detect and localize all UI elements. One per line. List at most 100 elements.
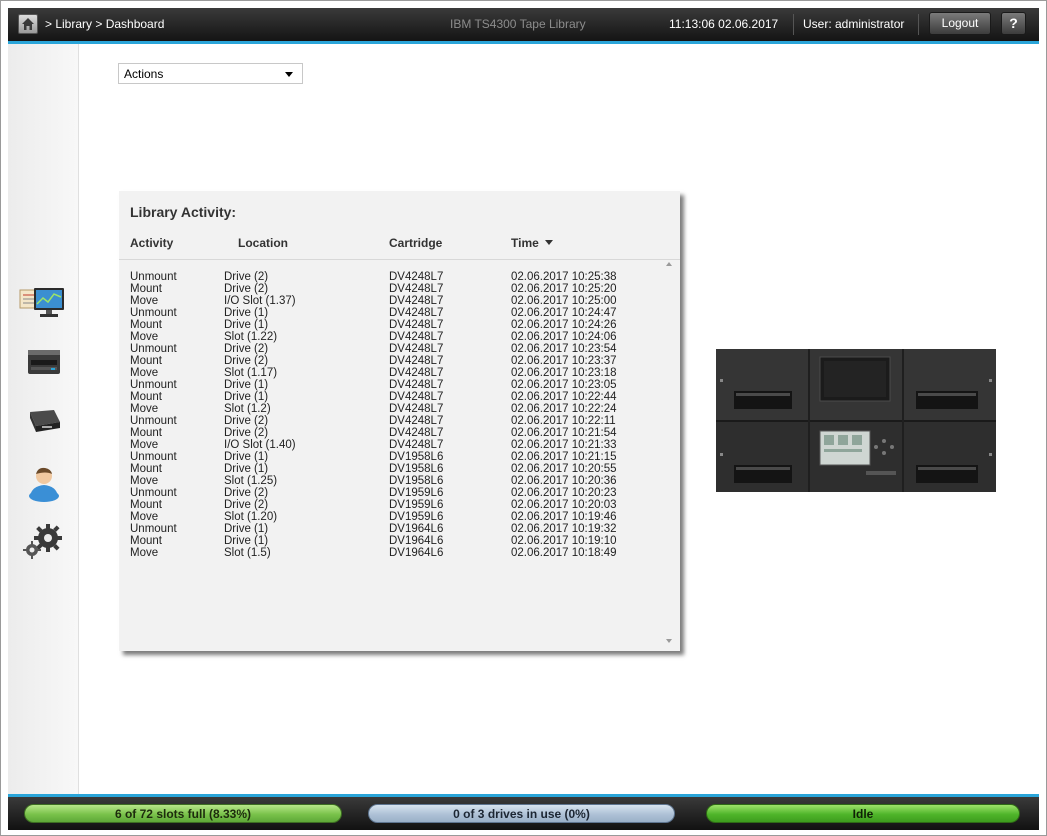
table-row[interactable]: Unmount Drive (1) DV1964L6 02.06.2017 10:19… (119, 523, 659, 535)
table-row[interactable]: Unmount Drive (1) DV4248L7 02.06.2017 10:24… (119, 307, 659, 319)
home-button[interactable] (18, 14, 38, 34)
time-cell: 02.06.2017 10:20:36 (511, 475, 617, 487)
column-header-cartridge[interactable]: Cartridge (389, 236, 442, 250)
cartridge-cell: DV4248L7 (389, 391, 444, 403)
cartridge-cell: DV1958L6 (389, 463, 444, 475)
table-row[interactable]: Unmount Drive (1) DV4248L7 02.06.2017 10:23… (119, 379, 659, 391)
table-row[interactable]: Unmount Drive (2) DV4248L7 02.06.2017 10:25… (119, 271, 659, 283)
table-row[interactable]: Mount Drive (2) DV1959L6 02.06.2017 10:20:0… (119, 499, 659, 511)
time-cell: 02.06.2017 10:22:24 (511, 403, 617, 415)
location-cell: Slot (1.20) (224, 511, 278, 523)
cartridge-cell: DV1964L6 (389, 535, 444, 547)
table-row[interactable]: Mount Drive (1) DV1958L6 02.06.2017 10:20:5… (119, 463, 659, 475)
table-row[interactable]: Move I/O Slot (1.40) DV4248L7 02.06.2017 10… (119, 439, 659, 451)
location-cell: Slot (1.5) (224, 547, 271, 559)
slots-status-label: 6 of 72 slots full (8.33%) (114, 807, 252, 821)
column-header-activity[interactable]: Activity (130, 236, 173, 250)
drive-icon[interactable] (16, 400, 70, 440)
activity-cell: Unmount (130, 379, 177, 391)
time-cell: 02.06.2017 10:21:33 (511, 439, 617, 451)
location-cell: Drive (1) (224, 379, 269, 391)
drives-status-label: 0 of 3 drives in use (0%) (453, 807, 590, 821)
location-cell: Drive (1) (224, 307, 269, 319)
activity-cell: Mount (130, 283, 162, 295)
table-row[interactable]: Mount Drive (2) DV4248L7 02.06.2017 10:23:3… (119, 355, 659, 367)
status-bar: 6 of 72 slots full (8.33%) 0 of 3 drives… (8, 794, 1039, 830)
home-icon (22, 18, 34, 30)
breadcrumb[interactable]: > Library > Dashboard (45, 17, 164, 31)
sidebar (8, 44, 79, 794)
scroll-down-icon[interactable] (666, 639, 672, 643)
library-image (716, 349, 996, 492)
activity-cell: Move (130, 403, 159, 415)
activity-cell: Unmount (130, 523, 177, 535)
activity-cell: Mount (130, 499, 162, 511)
cartridge-cell: DV4248L7 (389, 271, 444, 283)
user-icon[interactable] (16, 462, 70, 502)
table-row[interactable]: Move Slot (1.25) DV1958L6 02.06.2017 10:20:… (119, 475, 659, 487)
top-bar: > Library > Dashboard IBM TS4300 Tape Li… (8, 8, 1039, 44)
activity-cell: Unmount (130, 451, 177, 463)
column-header-location[interactable]: Location (238, 236, 288, 250)
location-cell: Drive (1) (224, 451, 269, 463)
table-row[interactable]: Mount Drive (2) DV4248L7 02.06.2017 10:25:2… (119, 283, 659, 295)
location-cell: Drive (1) (224, 319, 269, 331)
location-cell: Drive (2) (224, 343, 269, 355)
table-row[interactable]: Mount Drive (2) DV4248L7 02.06.2017 10:21:5… (119, 427, 659, 439)
activity-cell: Move (130, 439, 159, 451)
scroll-up-icon[interactable] (666, 262, 672, 266)
time-cell: 02.06.2017 10:24:47 (511, 307, 617, 319)
table-row[interactable]: Mount Drive (1) DV4248L7 02.06.2017 10:24:2… (119, 319, 659, 331)
time-cell: 02.06.2017 10:20:23 (511, 487, 617, 499)
logout-button[interactable]: Logout (929, 12, 991, 35)
time-cell: 02.06.2017 10:25:00 (511, 295, 617, 307)
cartridge-cell: DV4248L7 (389, 427, 444, 439)
activity-cell: Move (130, 295, 159, 307)
header-divider (793, 14, 794, 35)
clock: 11:13:06 02.06.2017 (669, 17, 779, 31)
time-cell: 02.06.2017 10:20:55 (511, 463, 617, 475)
table-row[interactable]: Move I/O Slot (1.37) DV4248L7 02.06.2017 10… (119, 295, 659, 307)
activity-cell: Mount (130, 427, 162, 439)
library-state-label: Idle (852, 807, 874, 821)
cartridge-cell: DV4248L7 (389, 343, 444, 355)
activity-cell: Move (130, 367, 159, 379)
location-cell: Drive (2) (224, 487, 269, 499)
cartridge-cell: DV4248L7 (389, 379, 444, 391)
column-header-time-label: Time (511, 236, 539, 250)
location-cell: Drive (2) (224, 415, 269, 427)
table-row[interactable]: Unmount Drive (1) DV1958L6 02.06.2017 10:21… (119, 451, 659, 463)
library-icon[interactable] (16, 342, 70, 382)
table-row[interactable]: Mount Drive (1) DV1964L6 02.06.2017 10:19:1… (119, 535, 659, 547)
slots-status[interactable]: 6 of 72 slots full (8.33%) (24, 804, 342, 823)
table-row[interactable]: Unmount Drive (2) DV1959L6 02.06.2017 10:20… (119, 487, 659, 499)
location-cell: Slot (1.2) (224, 403, 271, 415)
actions-dropdown[interactable]: Actions (118, 63, 303, 84)
actions-label: Actions (124, 67, 164, 81)
table-row[interactable]: Move Slot (1.5) DV1964L6 02.06.2017 10:18:4… (119, 547, 659, 559)
table-row[interactable]: Unmount Drive (2) DV4248L7 02.06.2017 10:22… (119, 415, 659, 427)
location-cell: Drive (1) (224, 463, 269, 475)
table-row[interactable]: Move Slot (1.20) DV1959L6 02.06.2017 10:19:… (119, 511, 659, 523)
help-button[interactable]: ? (1001, 12, 1026, 35)
time-cell: 02.06.2017 10:21:54 (511, 427, 617, 439)
settings-icon[interactable] (16, 520, 70, 560)
table-row[interactable]: Mount Drive (1) DV4248L7 02.06.2017 10:22:4… (119, 391, 659, 403)
activity-cell: Unmount (130, 415, 177, 427)
time-cell: 02.06.2017 10:25:20 (511, 283, 617, 295)
header-divider (119, 259, 680, 260)
cartridge-cell: DV4248L7 (389, 439, 444, 451)
monitoring-icon[interactable] (16, 282, 70, 322)
library-state[interactable]: Idle (706, 804, 1020, 823)
cartridge-cell: DV1959L6 (389, 499, 444, 511)
activity-cell: Unmount (130, 271, 177, 283)
table-row[interactable]: Move Slot (1.22) DV4248L7 02.06.2017 10:24:… (119, 331, 659, 343)
cartridge-cell: DV4248L7 (389, 283, 444, 295)
table-row[interactable]: Move Slot (1.17) DV4248L7 02.06.2017 10:23:… (119, 367, 659, 379)
time-cell: 02.06.2017 10:23:05 (511, 379, 617, 391)
activity-cell: Mount (130, 463, 162, 475)
table-row[interactable]: Unmount Drive (2) DV4248L7 02.06.2017 10:23… (119, 343, 659, 355)
drives-status[interactable]: 0 of 3 drives in use (0%) (368, 804, 675, 823)
table-row[interactable]: Move Slot (1.2) DV4248L7 02.06.2017 10:22:2… (119, 403, 659, 415)
column-header-time[interactable]: Time (511, 236, 553, 250)
